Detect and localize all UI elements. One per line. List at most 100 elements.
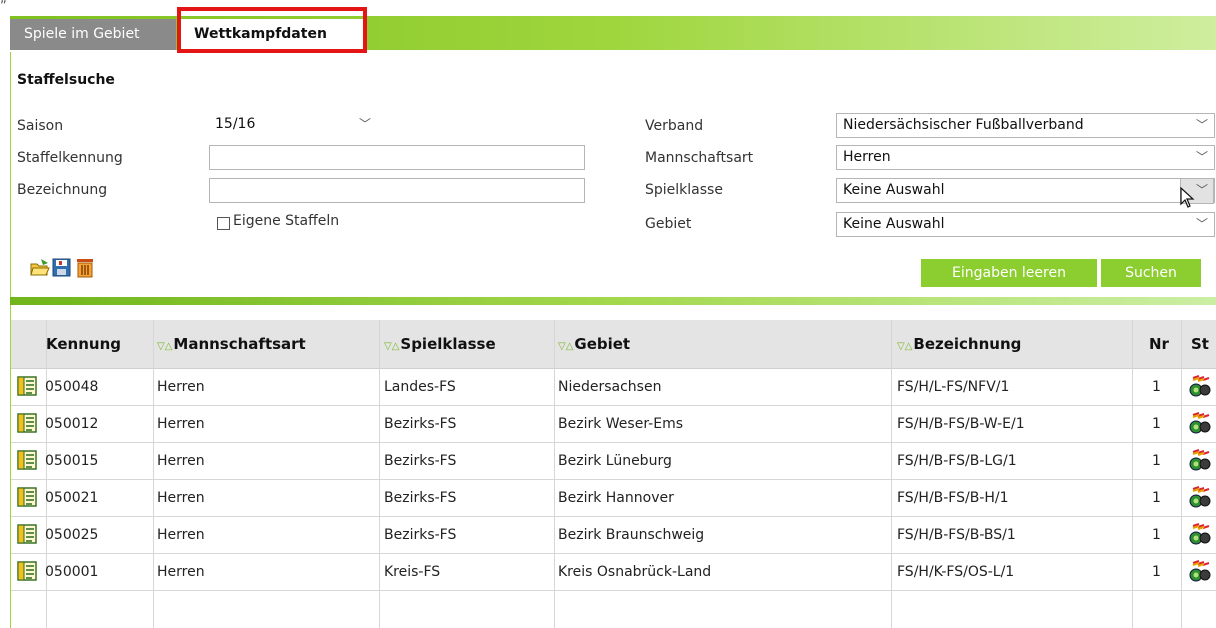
cell-spielklasse: Bezirks-FS: [384, 453, 457, 469]
open-folder-icon[interactable]: [29, 257, 51, 279]
bezeichnung-input[interactable]: [209, 178, 585, 203]
document-details-icon[interactable]: [17, 413, 37, 433]
cell-mannschaftsart: Herren: [157, 416, 205, 432]
col-bezeichnung[interactable]: ▽△Bezeichnung: [897, 335, 1021, 353]
col-spielklasse[interactable]: ▽△Spielklasse: [384, 335, 496, 353]
mannschaftsart-label: Mannschaftsart: [645, 150, 754, 166]
col-gebiet-label: Gebiet: [574, 335, 631, 353]
staffelsuche-form: Staffelsuche Saison 15/16 ﹀ Staffelkennu…: [10, 52, 1216, 297]
cell-spielklasse: Bezirks-FS: [384, 416, 457, 432]
sort-icon: ▽△: [558, 341, 574, 352]
cell-bezeichnung: FS/H/B-FS/B-LG/1: [897, 453, 1017, 469]
sort-icon: ▽△: [384, 341, 400, 352]
spielklasse-value: Keine Auswahl: [843, 182, 945, 198]
status-icon[interactable]: [1189, 412, 1211, 436]
document-details-icon[interactable]: [17, 524, 37, 544]
document-details-icon[interactable]: [17, 450, 37, 470]
gebiet-label: Gebiet: [645, 216, 692, 232]
status-icon[interactable]: [1189, 449, 1211, 473]
table-row: 050001 Herren Kreis-FS Kreis Osnabrück-Land…: [11, 554, 1216, 591]
delete-trash-icon[interactable]: [74, 257, 96, 279]
col-nr[interactable]: Nr: [1149, 335, 1169, 353]
cell-nr: 1: [1152, 564, 1161, 580]
staffelkennung-input[interactable]: [209, 145, 585, 170]
verband-select[interactable]: Niedersächsischer Fußballverband ﹀: [836, 113, 1215, 138]
cell-nr: 1: [1152, 453, 1161, 469]
cell-mannschaftsart: Herren: [157, 490, 205, 506]
top-text-fragment: „: [0, 0, 7, 6]
table-row: 050048 Herren Landes-FS Niedersachsen FS/H/L…: [11, 369, 1216, 406]
tab-bar: Spiele im Gebiet Wettkampfdaten: [10, 16, 1216, 50]
cell-gebiet: Niedersachsen: [558, 379, 662, 395]
document-details-icon[interactable]: [17, 561, 37, 581]
table-row: 050025 Herren Bezirks-FS Bezirk Braunschwei…: [11, 517, 1216, 554]
document-details-icon[interactable]: [17, 487, 37, 507]
col-st[interactable]: St: [1191, 335, 1209, 353]
table-row: 050012 Herren Bezirks-FS Bezirk Weser-Ems FS…: [11, 406, 1216, 443]
cell-spielklasse: Bezirks-FS: [384, 527, 457, 543]
status-icon[interactable]: [1189, 375, 1211, 399]
status-icon[interactable]: [1189, 486, 1211, 510]
cell-gebiet: Kreis Osnabrück-Land: [558, 564, 712, 580]
cell-kennung: 050048: [45, 379, 99, 395]
cell-bezeichnung: FS/H/L-FS/NFV/1: [897, 379, 1010, 395]
cell-mannschaftsart: Herren: [157, 379, 205, 395]
spielklasse-select[interactable]: Keine Auswahl ﹀: [836, 178, 1215, 208]
bezeichnung-label: Bezeichnung: [17, 182, 108, 198]
status-icon[interactable]: [1189, 523, 1211, 547]
table-header: Kennung ▽△Mannschaftsart ▽△Spielklasse ▽…: [11, 320, 1216, 369]
cell-bezeichnung: FS/H/B-FS/B-BS/1: [897, 527, 1016, 543]
col-mannschaftsart-label: Mannschaftsart: [173, 335, 306, 353]
table-row: 050021 Herren Bezirks-FS Bezirk Hannover FS/…: [11, 480, 1216, 517]
sort-icon: ▽△: [897, 341, 913, 352]
col-spielklasse-label: Spielklasse: [400, 335, 496, 353]
search-button[interactable]: Suchen: [1101, 259, 1201, 287]
cell-kennung: 050012: [45, 416, 99, 432]
saison-select[interactable]: 15/16 ﹀: [209, 113, 385, 138]
cell-spielklasse: Kreis-FS: [384, 564, 441, 580]
staffelkennung-label: Staffelkennung: [17, 150, 123, 166]
saison-value: 15/16: [215, 116, 256, 132]
cell-kennung: 050021: [45, 490, 99, 506]
cell-gebiet: Bezirk Weser-Ems: [558, 416, 684, 432]
chevron-down-icon: ﹀: [1195, 217, 1208, 231]
chevron-down-icon: ﹀: [358, 117, 371, 131]
col-kennung[interactable]: Kennung: [46, 335, 121, 353]
cell-nr: 1: [1152, 490, 1161, 506]
document-details-icon[interactable]: [17, 376, 37, 396]
mannschaftsart-value: Herren: [843, 149, 891, 165]
chevron-down-icon: ﹀: [1195, 150, 1208, 164]
cell-bezeichnung: FS/H/B-FS/B-W-E/1: [897, 416, 1025, 432]
cell-gebiet: Bezirk Braunschweig: [558, 527, 705, 543]
cell-mannschaftsart: Herren: [157, 527, 205, 543]
verband-label: Verband: [645, 118, 704, 134]
sort-icon: ▽△: [157, 341, 173, 352]
cell-nr: 1: [1152, 527, 1161, 543]
tab-spiele-im-gebiet[interactable]: Spiele im Gebiet: [10, 19, 176, 50]
cell-bezeichnung: FS/H/K-FS/OS-L/1: [897, 564, 1015, 580]
clear-inputs-button[interactable]: Eingaben leeren: [921, 259, 1097, 287]
section-separator: [10, 297, 1216, 305]
mouse-cursor-icon: [1180, 187, 1195, 208]
cell-mannschaftsart: Herren: [157, 453, 205, 469]
cell-bezeichnung: FS/H/B-FS/B-H/1: [897, 490, 1009, 506]
cell-spielklasse: Landes-FS: [384, 379, 456, 395]
table-row: 050015 Herren Bezirks-FS Bezirk Lüneburg FS/…: [11, 443, 1216, 480]
chevron-down-icon: ﹀: [1195, 118, 1208, 132]
gebiet-select[interactable]: Keine Auswahl ﹀: [836, 212, 1215, 237]
gebiet-value: Keine Auswahl: [843, 216, 945, 232]
col-mannschaftsart[interactable]: ▽△Mannschaftsart: [157, 335, 306, 353]
saison-label: Saison: [17, 118, 64, 134]
col-gebiet[interactable]: ▽△Gebiet: [558, 335, 630, 353]
cell-kennung: 050001: [45, 564, 99, 580]
status-icon[interactable]: [1189, 560, 1211, 584]
cell-gebiet: Bezirk Lüneburg: [558, 453, 672, 469]
section-title: Staffelsuche: [17, 72, 115, 88]
cell-mannschaftsart: Herren: [157, 564, 205, 580]
col-bezeichnung-label: Bezeichnung: [913, 335, 1022, 353]
tab-wettkampfdaten[interactable]: Wettkampfdaten: [180, 19, 364, 50]
mannschaftsart-select[interactable]: Herren ﹀: [836, 145, 1215, 170]
save-disk-icon[interactable]: [51, 257, 73, 279]
cell-gebiet: Bezirk Hannover: [558, 490, 674, 506]
eigene-staffeln-checkbox[interactable]: [217, 217, 230, 230]
